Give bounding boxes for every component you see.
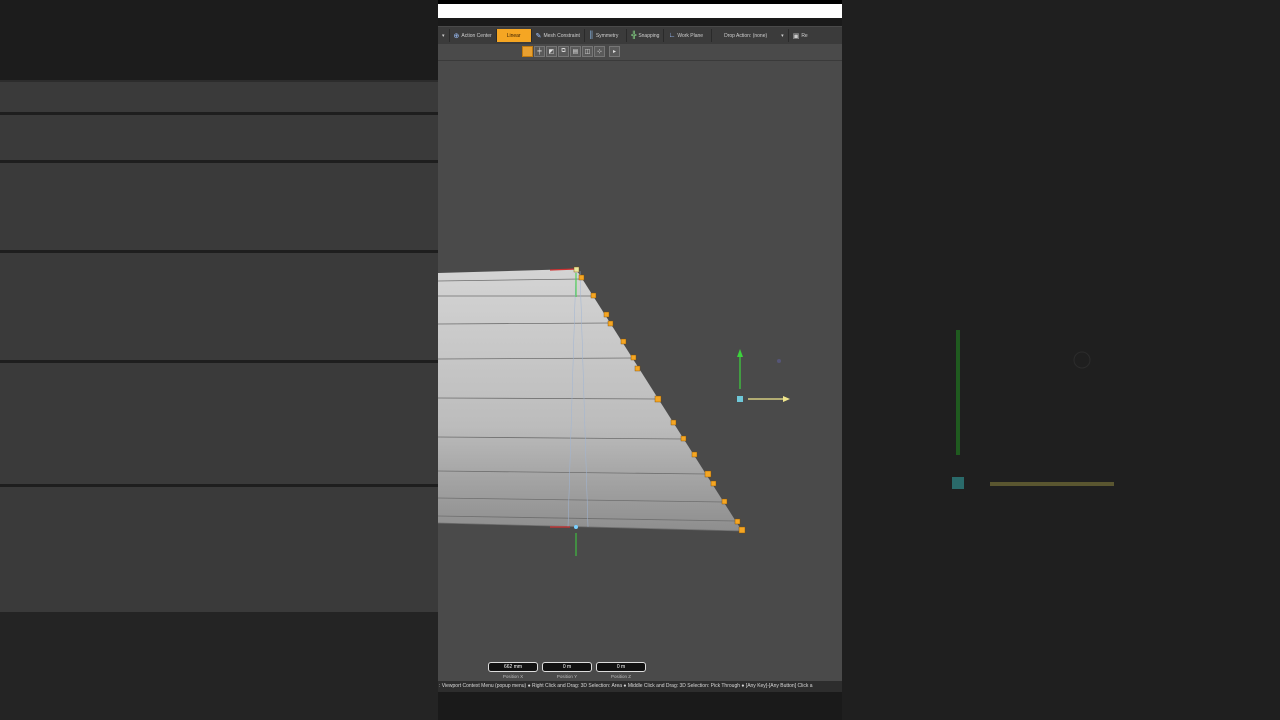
materials-mode-button[interactable]: ▤ xyxy=(570,46,581,57)
toolbar: ▾ ⊕ Action Center Linear ✎ Mesh Constrai… xyxy=(438,27,842,44)
mesh-plane[interactable] xyxy=(438,269,742,531)
position-x-input[interactable] xyxy=(488,662,538,672)
position-z-input[interactable] xyxy=(596,662,646,672)
position-z-field-group: Position Z xyxy=(596,655,646,679)
symmetry-icon: ║ xyxy=(588,32,594,39)
title-bar xyxy=(438,4,842,18)
selection-mode-toolbar: ╪ ◩ ⧉ ▤ ◫ ⊹ ▸ xyxy=(522,46,620,57)
app-window: ▾ ⊕ Action Center Linear ✎ Mesh Constrai… xyxy=(438,0,842,720)
position-fields: Position X Position Y Position Z xyxy=(488,655,646,679)
work-plane-button[interactable]: ∟ Work Plane xyxy=(664,29,713,42)
chevron-down-icon: ▾ xyxy=(781,32,784,39)
render-label: Re xyxy=(801,32,808,39)
vertex-mode-button[interactable] xyxy=(522,46,533,57)
falloff-linear-button[interactable]: Linear xyxy=(496,29,532,42)
mesh-constraint-button[interactable]: ✎ Mesh Constraint xyxy=(532,29,585,42)
polygon-mode-button[interactable]: ◩ xyxy=(546,46,557,57)
work-plane-icon: ∟ xyxy=(668,32,676,39)
action-center-button[interactable]: ⊕ Action Center xyxy=(450,29,497,42)
render-icon: ▣ xyxy=(792,32,800,40)
position-z-label: Position Z xyxy=(610,674,631,679)
more-options-button[interactable]: ▸ xyxy=(609,46,620,57)
snapping-button[interactable]: ╬ Snapping xyxy=(627,29,665,42)
snapping-label: Snapping xyxy=(638,32,660,39)
position-y-field-group: Position Y xyxy=(542,655,592,679)
symmetry-button[interactable]: ║ Symmetry xyxy=(585,29,628,42)
work-plane-label: Work Plane xyxy=(677,32,704,39)
snapping-icon: ╬ xyxy=(631,32,637,39)
falloff-linear-label: Linear xyxy=(506,32,521,39)
mesh-constraint-icon: ✎ xyxy=(535,32,542,40)
drop-action-dropdown[interactable]: Drop Action: (none) ▾ xyxy=(712,29,789,42)
action-center-icon: ⊕ xyxy=(453,32,460,40)
render-button[interactable]: ▣ Re xyxy=(789,29,812,42)
status-text: : Viewport Context Menu (popup menu) ● R… xyxy=(439,683,813,689)
drop-action-label: Drop Action: (none) xyxy=(724,32,768,39)
position-y-input[interactable] xyxy=(542,662,592,672)
background-right-blur xyxy=(842,0,1280,720)
symmetry-label: Symmetry xyxy=(595,32,619,39)
transform-gizmo[interactable] xyxy=(737,349,790,402)
position-y-label: Position Y xyxy=(556,674,578,679)
pivot-mode-button[interactable]: ◫ xyxy=(582,46,593,57)
status-bar: : Viewport Context Menu (popup menu) ● R… xyxy=(438,681,842,692)
edge-mode-button[interactable]: ╪ xyxy=(534,46,545,57)
item-mode-button[interactable]: ⧉ xyxy=(558,46,569,57)
3d-viewport[interactable] xyxy=(438,61,842,677)
position-x-label: Position X xyxy=(502,674,524,679)
background-left-blur xyxy=(0,0,438,720)
action-center-label: Action Center xyxy=(461,32,492,39)
position-x-field-group: Position X xyxy=(488,655,538,679)
mesh-constraint-label: Mesh Constraint xyxy=(543,32,580,39)
dropdown-arrow-button[interactable]: ▾ xyxy=(438,29,450,42)
center-mode-button[interactable]: ⊹ xyxy=(594,46,605,57)
